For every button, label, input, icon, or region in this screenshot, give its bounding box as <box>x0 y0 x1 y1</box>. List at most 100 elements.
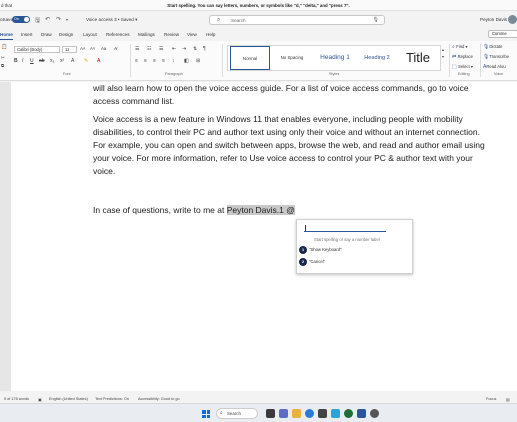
sort-icon[interactable]: ⇅ <box>193 46 197 52</box>
title-bar: oSave On 🖫 ↶ ↷ ▾ Voice access 3 • Saved … <box>0 11 517 28</box>
tab-mailings[interactable]: Mailings <box>138 32 155 37</box>
user-name[interactable]: Peyton Davis <box>480 17 507 22</box>
comments-button[interactable]: Comme <box>488 30 517 38</box>
tab-design[interactable]: Design <box>59 32 73 37</box>
search-box[interactable]: ⌕ Search 🎙 <box>209 15 385 25</box>
grow-font-icon[interactable]: A˄ <box>80 46 86 51</box>
group-editing-label: Editing <box>458 72 470 76</box>
autosave-toggle[interactable]: On <box>12 16 30 23</box>
taskbar-search[interactable]: ⌕ Search <box>216 408 258 419</box>
decrease-indent-icon[interactable]: ⇤ <box>172 46 176 52</box>
store-icon[interactable] <box>318 409 327 418</box>
styles-gallery: Normal No Spacing Heading 1 Heading 2 Ti… <box>227 45 441 71</box>
word-count[interactable]: 5 of 176 words <box>4 397 29 401</box>
shading-icon[interactable]: ◧ <box>184 58 189 64</box>
superscript-icon[interactable]: x² <box>60 58 64 64</box>
replace-button[interactable]: ⇄ Replace <box>452 54 473 60</box>
microphone-icon[interactable]: 🎙 <box>373 17 379 23</box>
tab-home[interactable]: Home <box>0 32 13 40</box>
style-heading-1[interactable]: Heading 1 <box>314 46 356 70</box>
multilevel-list-icon[interactable]: ☰ <box>159 46 163 52</box>
proofing-icon[interactable]: ▣ <box>38 397 42 402</box>
change-case-icon[interactable]: Aa <box>101 46 106 51</box>
focus-button[interactable]: Focus <box>486 397 496 401</box>
numbering-icon[interactable]: ☷ <box>147 46 151 52</box>
start-button[interactable] <box>202 410 210 418</box>
redo-icon[interactable]: ↷ <box>56 16 61 23</box>
font-color-icon[interactable]: A <box>97 58 100 64</box>
xbox-icon[interactable] <box>344 409 353 418</box>
language-status[interactable]: English (United States) <box>49 397 88 401</box>
undo-icon[interactable]: ↶ <box>45 16 50 23</box>
text-predictions-status[interactable]: Text Predictions: On <box>95 397 129 401</box>
paste-icon[interactable]: 📋 <box>1 44 7 50</box>
font-name-field[interactable]: Calibri (Body) <box>14 46 60 53</box>
read-mode-icon[interactable]: ▤ <box>506 397 510 402</box>
text-caret <box>305 225 306 231</box>
style-normal[interactable]: Normal <box>230 46 270 70</box>
styles-scroll-up-icon[interactable]: ▴ <box>442 47 444 52</box>
divider <box>480 44 481 77</box>
style-title[interactable]: Title <box>398 46 438 70</box>
align-right-icon[interactable]: ≡ <box>153 58 156 64</box>
ribbon: 📋 ✂ ⧉ Calibri (Body) 11 A˄ A˅ Aa A̸ B I … <box>0 41 517 81</box>
taskbar-search-label: Search <box>227 411 241 416</box>
align-left-icon[interactable]: ≡ <box>135 58 138 64</box>
style-heading-2[interactable]: Heading 2 <box>358 46 396 70</box>
show-marks-icon[interactable]: ¶ <box>203 46 206 52</box>
dictate-button[interactable]: 🎙Dictate <box>483 44 502 50</box>
avatar[interactable] <box>508 15 517 24</box>
read-aloud-button[interactable]: ARead Alou <box>483 64 506 70</box>
styles-scroll-down-icon[interactable]: ▾ <box>442 54 444 59</box>
style-no-spacing[interactable]: No Spacing <box>272 46 312 70</box>
bold-icon[interactable]: B <box>14 58 18 64</box>
clear-formatting-icon[interactable]: A̸ <box>114 46 117 51</box>
transcribe-button[interactable]: 🎙Transcribe <box>483 54 509 60</box>
text-effects-icon[interactable]: A <box>71 58 74 64</box>
tab-draw[interactable]: Draw <box>41 32 52 37</box>
taskbar: ⌕ Search <box>0 403 517 422</box>
teams-icon[interactable] <box>279 409 288 418</box>
shrink-font-icon[interactable]: A˅ <box>90 46 96 51</box>
increase-indent-icon[interactable]: ⇥ <box>182 46 186 52</box>
app-icon[interactable] <box>370 409 379 418</box>
number-label-badge: 1 <box>299 246 307 254</box>
copy-icon[interactable]: ⧉ <box>1 63 4 68</box>
font-size-field[interactable]: 11 <box>62 46 77 53</box>
spelling-input[interactable] <box>304 224 386 232</box>
tab-review[interactable]: Review <box>164 32 179 37</box>
underline-icon[interactable]: U <box>30 58 34 64</box>
tab-layout[interactable]: Layout <box>83 32 97 37</box>
document-page[interactable]: will also learn how to open the voice ac… <box>11 82 517 391</box>
borders-icon[interactable]: ⊞ <box>196 58 200 64</box>
align-center-icon[interactable]: ≡ <box>144 58 147 64</box>
tab-insert[interactable]: Insert <box>21 32 33 37</box>
file-explorer-icon[interactable] <box>292 409 301 418</box>
save-icon[interactable]: 🖫 <box>35 16 40 26</box>
bullets-icon[interactable]: ☰ <box>135 46 139 52</box>
strikethrough-icon[interactable]: ab <box>39 58 45 64</box>
option-show-keyboard[interactable]: 1 "Show Keyboard" <box>297 245 412 255</box>
word-icon[interactable] <box>357 409 366 418</box>
edge-icon[interactable] <box>305 409 314 418</box>
tab-view[interactable]: View <box>187 32 197 37</box>
justify-icon[interactable]: ≡ <box>162 58 165 64</box>
italic-icon[interactable]: I <box>22 58 23 64</box>
search-icon: ⌕ <box>220 410 223 416</box>
search-icon: ⌕ <box>217 17 221 23</box>
document-name[interactable]: Voice access 3 • Saved ▾ <box>86 17 137 23</box>
selected-text[interactable]: Peyton Davis.1 @ <box>226 205 295 215</box>
mail-icon[interactable] <box>331 409 340 418</box>
select-button[interactable]: ⬚ Select ▾ <box>452 64 473 70</box>
customize-chevron-icon[interactable]: ▾ <box>66 17 68 22</box>
cut-icon[interactable]: ✂ <box>1 55 5 61</box>
tab-references[interactable]: References <box>106 32 130 37</box>
line-spacing-icon[interactable]: ↕ <box>172 58 175 64</box>
tab-help[interactable]: Help <box>206 32 215 37</box>
subscript-icon[interactable]: x₂ <box>50 58 54 64</box>
find-button[interactable]: ⌕ Find ▾ <box>452 44 468 50</box>
task-view-icon[interactable] <box>266 409 275 418</box>
option-cancel[interactable]: 2 "Cancel" <box>297 257 412 267</box>
accessibility-status[interactable]: Accessibility: Good to go <box>138 397 180 401</box>
highlight-icon[interactable]: ✎ <box>84 58 88 64</box>
